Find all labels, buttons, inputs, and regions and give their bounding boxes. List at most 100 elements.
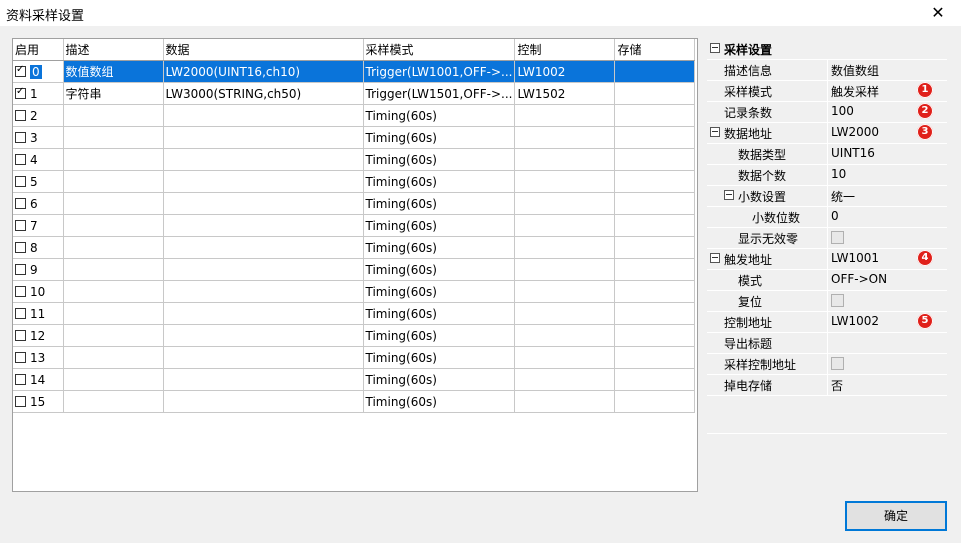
storage-cell[interactable] (614, 192, 696, 215)
data-cell[interactable] (163, 302, 364, 325)
prop-value[interactable]: 100 (831, 104, 854, 118)
control-cell[interactable] (514, 192, 616, 215)
prop-value[interactable]: LW2000 (831, 125, 879, 139)
table-row[interactable]: 11 Timing(60s) (13, 302, 696, 325)
data-cell[interactable] (163, 258, 364, 281)
storage-cell[interactable] (614, 170, 696, 193)
enable-cell[interactable]: 1 (13, 82, 64, 105)
mode-cell[interactable]: Timing(60s) (363, 214, 516, 237)
enable-cell[interactable]: 14 (13, 368, 64, 391)
storage-cell[interactable] (614, 368, 696, 391)
prop-value[interactable]: 数值数组 (831, 62, 879, 79)
enable-cell[interactable]: 3 (13, 126, 64, 149)
data-cell[interactable] (163, 126, 364, 149)
storage-cell[interactable] (614, 60, 696, 83)
control-cell[interactable]: LW1002 (514, 60, 616, 83)
table-row[interactable]: 1 字符串LW3000(STRING,ch50)Trigger(LW1501,OF… (13, 82, 696, 105)
enable-checkbox[interactable] (15, 351, 26, 363)
mode-cell[interactable]: Timing(60s) (363, 148, 516, 171)
column-header-data[interactable]: 数据 (163, 39, 364, 61)
data-cell[interactable] (163, 346, 364, 369)
collapse-icon[interactable] (724, 190, 734, 200)
table-row[interactable]: 3 Timing(60s) (13, 126, 696, 149)
enable-cell[interactable]: 7 (13, 214, 64, 237)
storage-cell[interactable] (614, 302, 696, 325)
desc-cell[interactable] (63, 126, 164, 149)
enable-checkbox[interactable] (15, 197, 26, 209)
control-cell[interactable] (514, 104, 616, 127)
table-row[interactable]: 6 Timing(60s) (13, 192, 696, 215)
enable-checkbox[interactable] (15, 153, 26, 165)
sample-ctrl-addr-checkbox[interactable] (831, 357, 844, 370)
table-row[interactable]: 15 Timing(60s) (13, 390, 696, 413)
storage-cell[interactable] (614, 390, 696, 413)
enable-checkbox[interactable] (15, 219, 26, 231)
storage-cell[interactable] (614, 258, 696, 281)
prop-row-data-count[interactable]: 数据个数 10 (707, 164, 947, 186)
prop-row-decimal-places[interactable]: 小数位数 0 (707, 206, 947, 228)
collapse-icon[interactable] (710, 253, 720, 263)
mode-cell[interactable]: Timing(60s) (363, 280, 516, 303)
mode-cell[interactable]: Trigger(LW1501,OFF->... (363, 82, 516, 105)
reset-checkbox[interactable] (831, 294, 844, 307)
mode-cell[interactable]: Timing(60s) (363, 324, 516, 347)
prop-row-record-count[interactable]: 记录条数 100 2 (707, 101, 947, 123)
collapse-icon[interactable] (710, 43, 720, 53)
control-cell[interactable] (514, 346, 616, 369)
data-cell[interactable] (163, 368, 364, 391)
desc-cell[interactable] (63, 390, 164, 413)
prop-row-sample-mode[interactable]: 采样模式 触发采样 1 (707, 80, 947, 102)
mode-cell[interactable]: Timing(60s) (363, 302, 516, 325)
table-row[interactable]: 10 Timing(60s) (13, 280, 696, 303)
enable-checkbox[interactable] (15, 307, 26, 319)
prop-row-control-address[interactable]: 控制地址 LW1002 5 (707, 311, 947, 333)
storage-cell[interactable] (614, 280, 696, 303)
desc-cell[interactable] (63, 346, 164, 369)
prop-row-data-type[interactable]: 数据类型 UINT16 (707, 143, 947, 165)
enable-checkbox[interactable] (15, 395, 26, 407)
enable-checkbox[interactable] (15, 241, 26, 253)
storage-cell[interactable] (614, 126, 696, 149)
desc-cell[interactable] (63, 236, 164, 259)
prop-row-reset[interactable]: 复位 (707, 290, 947, 312)
mode-cell[interactable]: Timing(60s) (363, 126, 516, 149)
mode-cell[interactable]: Trigger(LW1001,OFF->... (363, 60, 516, 83)
enable-checkbox[interactable] (15, 285, 26, 297)
table-row[interactable]: 14 Timing(60s) (13, 368, 696, 391)
prop-value[interactable]: 10 (831, 167, 846, 181)
enable-checkbox[interactable] (15, 86, 26, 99)
mode-cell[interactable]: Timing(60s) (363, 192, 516, 215)
enable-cell[interactable]: 4 (13, 148, 64, 171)
desc-cell[interactable] (63, 192, 164, 215)
enable-cell[interactable]: 0 (13, 60, 64, 83)
control-cell[interactable] (514, 390, 616, 413)
data-cell[interactable] (163, 148, 364, 171)
enable-cell[interactable]: 12 (13, 324, 64, 347)
enable-checkbox[interactable] (15, 175, 26, 187)
storage-cell[interactable] (614, 346, 696, 369)
show-invalid-zero-checkbox[interactable] (831, 231, 844, 244)
control-cell[interactable] (514, 214, 616, 237)
desc-cell[interactable] (63, 324, 164, 347)
table-row[interactable]: 2 Timing(60s) (13, 104, 696, 127)
ok-button[interactable]: 确定 (845, 501, 947, 531)
desc-cell[interactable] (63, 104, 164, 127)
enable-cell[interactable]: 11 (13, 302, 64, 325)
prop-row-sample-ctrl-addr[interactable]: 采样控制地址 (707, 353, 947, 375)
table-row[interactable]: 5 Timing(60s) (13, 170, 696, 193)
prop-value[interactable]: 统一 (831, 188, 855, 205)
mode-cell[interactable]: Timing(60s) (363, 258, 516, 281)
control-cell[interactable] (514, 280, 616, 303)
mode-cell[interactable]: Timing(60s) (363, 104, 516, 127)
control-cell[interactable] (514, 324, 616, 347)
prop-row-power-off-store[interactable]: 掉电存储 否 (707, 374, 947, 396)
enable-cell[interactable]: 5 (13, 170, 64, 193)
prop-section-sampling[interactable]: 采样设置 (707, 38, 947, 60)
table-row[interactable]: 0 数值数组LW2000(UINT16,ch10)Trigger(LW1001,O… (13, 60, 696, 83)
table-row[interactable]: 7 Timing(60s) (13, 214, 696, 237)
prop-row-show-invalid-zero[interactable]: 显示无效零 (707, 227, 947, 249)
enable-cell[interactable]: 9 (13, 258, 64, 281)
data-cell[interactable] (163, 104, 364, 127)
table-row[interactable]: 4 Timing(60s) (13, 148, 696, 171)
control-cell[interactable] (514, 368, 616, 391)
